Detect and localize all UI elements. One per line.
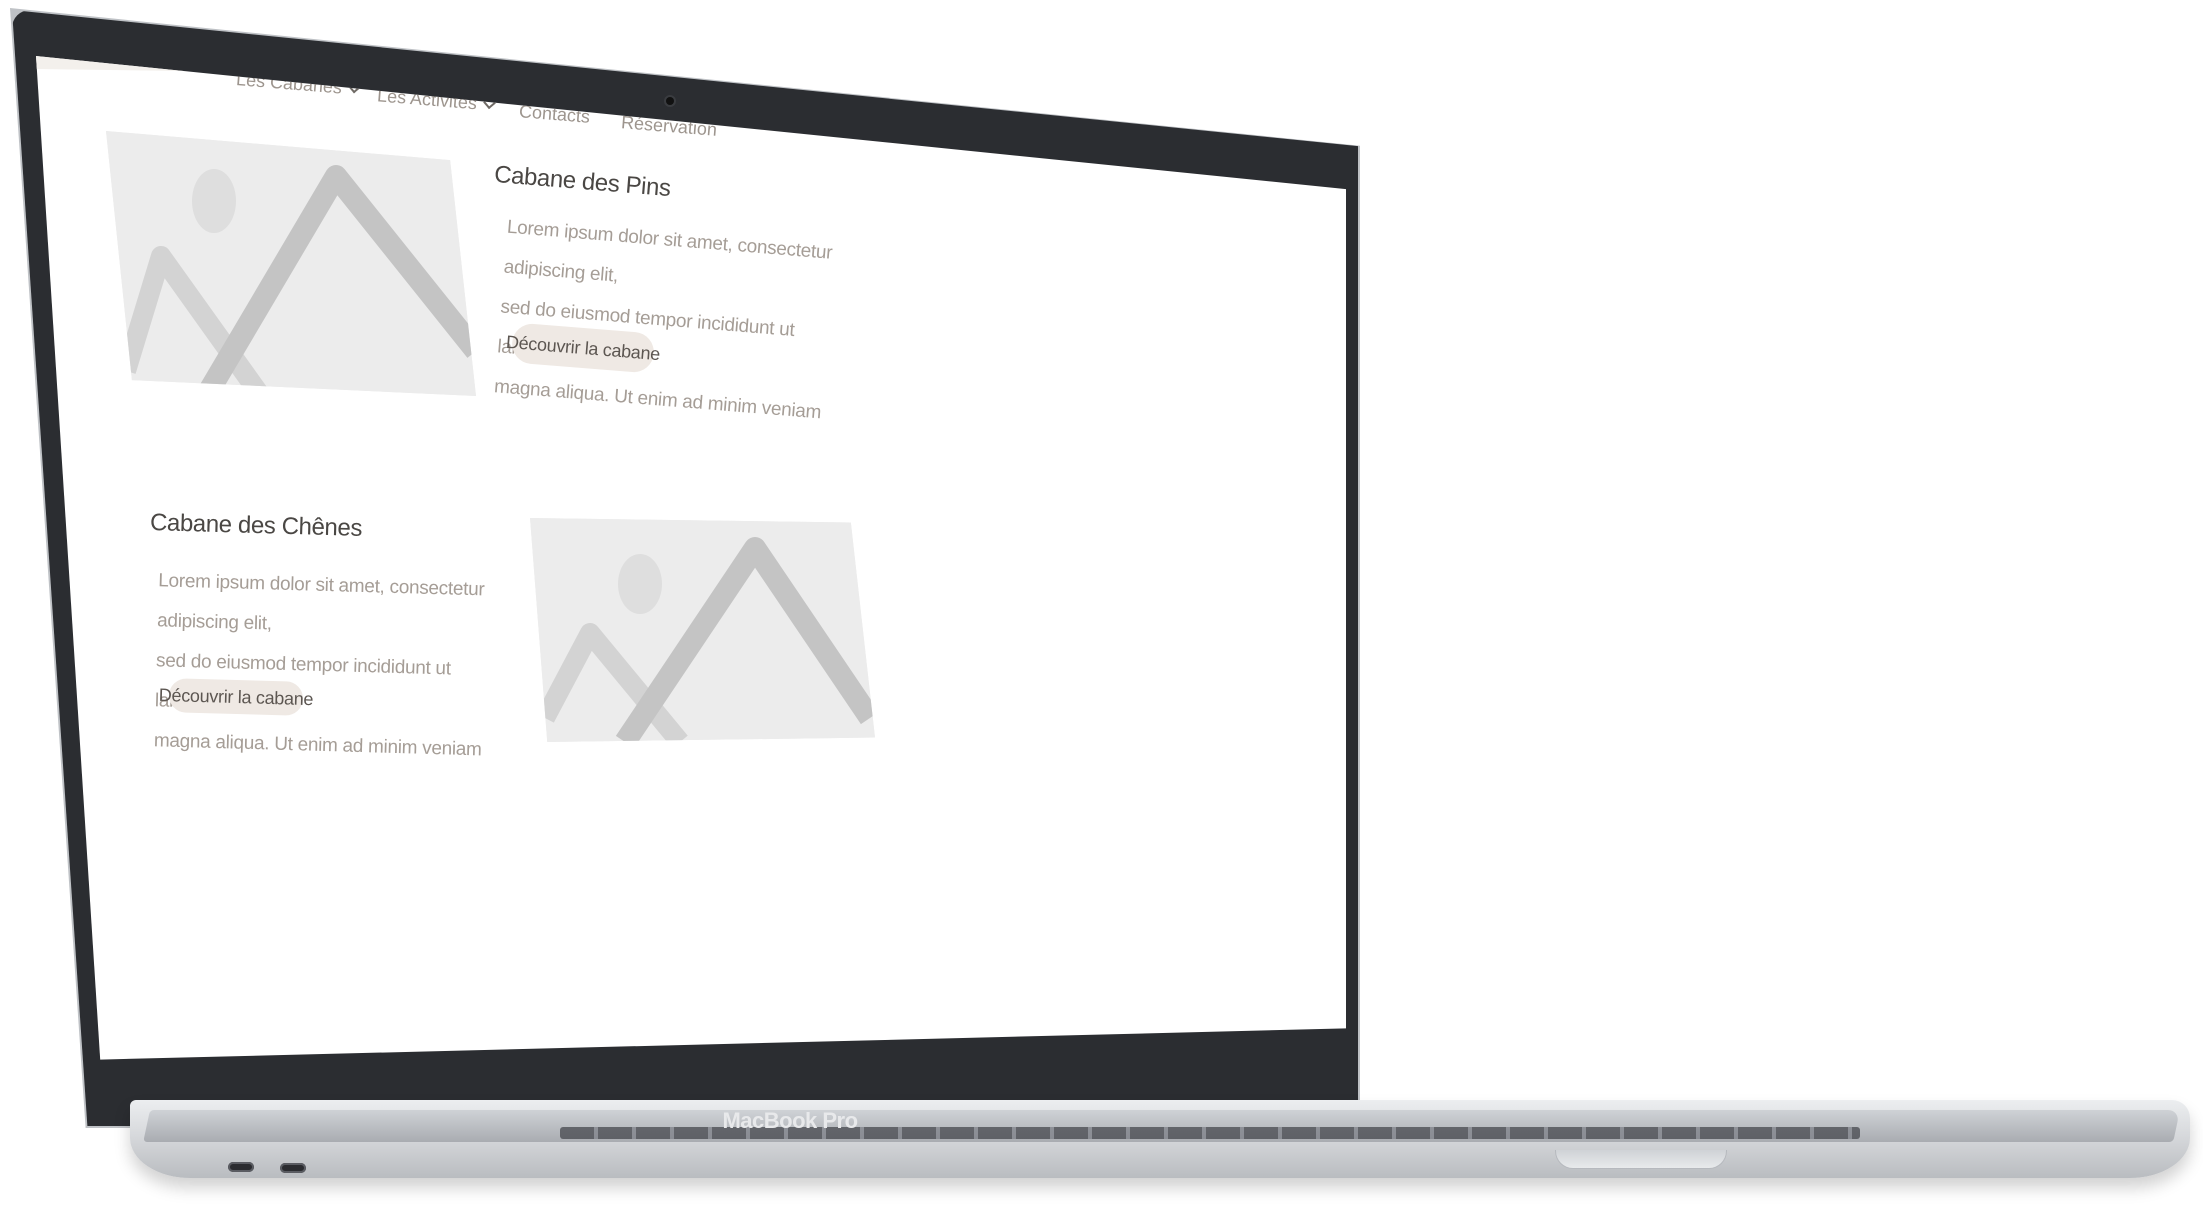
- cabin-description: Lorem ipsum dolor sit amet, consectetur …: [493, 208, 848, 435]
- website: Les Cabanes Les Activités Contacts Réser…: [36, 56, 1346, 1060]
- cabin-image-placeholder: [106, 131, 476, 396]
- discover-cabin-button[interactable]: Découvrir la cabane: [159, 678, 313, 716]
- device-model-label: MacBook Pro: [722, 1108, 858, 1133]
- usb-c-port-icon: [228, 1162, 254, 1172]
- cabin-description: Lorem ipsum dolor sit amet, consectetur …: [153, 561, 498, 770]
- laptop-screen: Les Cabanes Les Activités Contacts Réser…: [36, 56, 1346, 1060]
- device-mockup: Les Cabanes Les Activités Contacts Réser…: [0, 0, 2203, 1231]
- description-line: magna aliqua. Ut enim ad minim veniam: [153, 730, 482, 761]
- cabin-title: Cabane des Chênes: [149, 509, 363, 542]
- opening-notch: [1555, 1150, 1727, 1169]
- webcam-icon: [666, 97, 674, 105]
- cabin-image-placeholder: [530, 518, 875, 742]
- description-line: Lorem ipsum dolor sit amet, consectetur …: [156, 570, 485, 635]
- cabin-title: Cabane des Pins: [493, 160, 672, 203]
- image-placeholder-icon: [106, 131, 476, 396]
- usb-c-port-icon: [280, 1163, 306, 1173]
- image-placeholder-icon: [530, 518, 875, 742]
